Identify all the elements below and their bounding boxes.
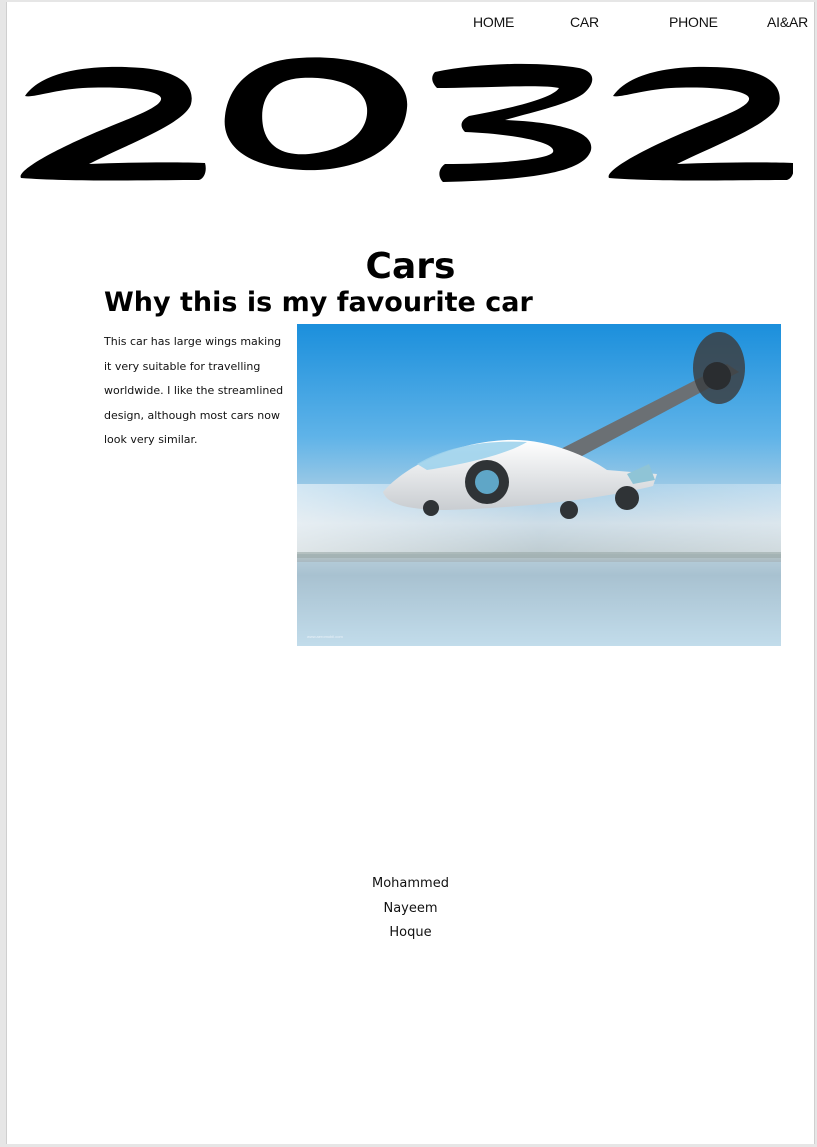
nav-link-home[interactable]: HOME	[473, 14, 514, 30]
nav-link-phone[interactable]: PHONE	[669, 14, 718, 30]
author-line: Mohammed	[372, 876, 449, 891]
author-line: Nayeem	[383, 900, 438, 916]
section-heading: Why this is my favourite car	[104, 287, 533, 318]
description-paragraph: This car has large wings making it very …	[104, 335, 284, 446]
page: HOME CAR PHONE AI&AR Cars Why this is my…	[6, 2, 815, 1144]
image-credit: www.aeromobil.com	[307, 634, 343, 639]
flying-car-image: www.aeromobil.com	[297, 324, 781, 646]
page-title: Cars	[365, 246, 456, 287]
logo-2032	[20, 57, 793, 182]
nav-link-ai-ar[interactable]: AI&AR	[767, 14, 808, 30]
author-name: Mohammed Nayeem Hoque	[7, 872, 814, 946]
nav-link-car[interactable]: CAR	[570, 14, 599, 30]
author-line: Hoque	[389, 925, 432, 940]
